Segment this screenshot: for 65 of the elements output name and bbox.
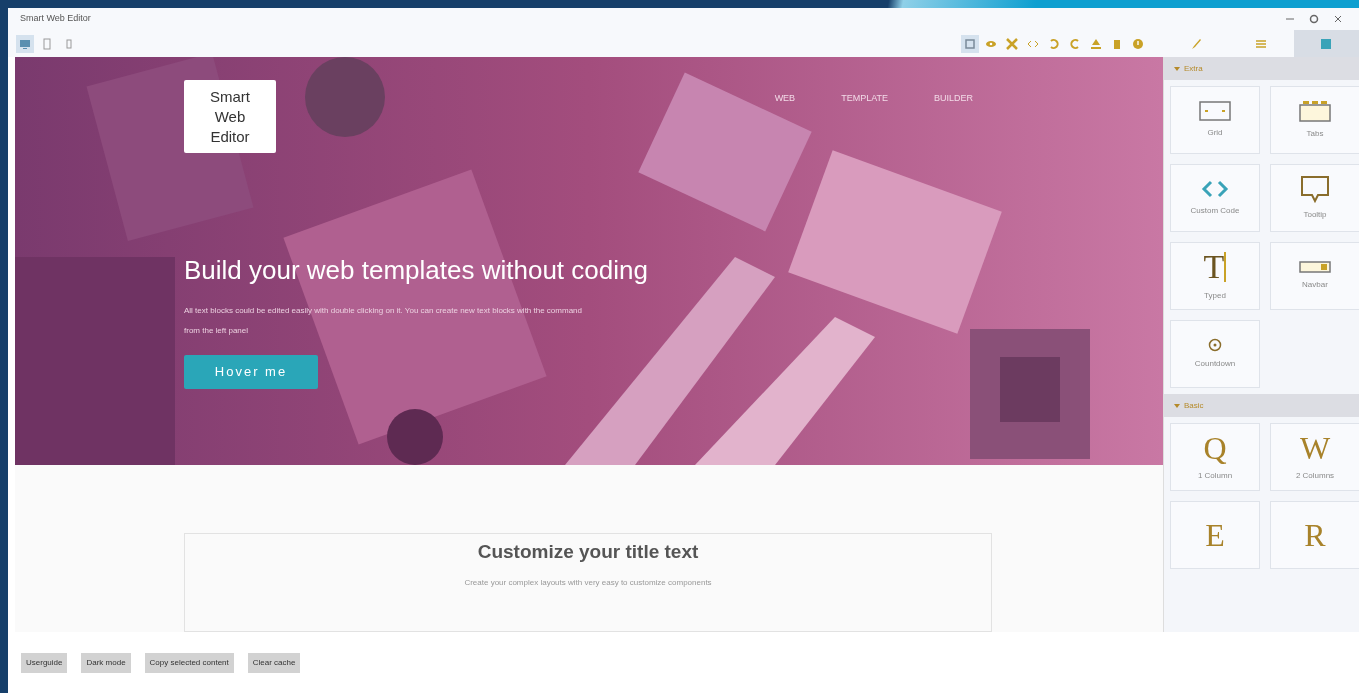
close-icon[interactable]: [1333, 14, 1343, 24]
block-label: 2 Columns: [1295, 470, 1335, 482]
hero-title: Build your web templates without coding: [184, 254, 649, 287]
navbar-icon: [1299, 261, 1331, 273]
block-tile[interactable]: Grid: [1170, 86, 1260, 154]
window-title: Smart Web Editor: [20, 12, 91, 26]
nav-link[interactable]: TEMPLATE: [841, 92, 888, 106]
block-tile[interactable]: Custom Code: [1170, 164, 1260, 232]
block-label: Custom Code: [1190, 205, 1240, 217]
block-label: Tooltip: [1303, 209, 1327, 221]
block-glyph: W: [1299, 432, 1331, 464]
desktop-icon: [19, 37, 31, 50]
toolbar-button[interactable]: [961, 34, 979, 53]
nav-link[interactable]: WEB: [774, 92, 796, 106]
block-label: Grid: [1207, 127, 1223, 139]
block-tile[interactable]: R: [1270, 501, 1359, 569]
block-label: Navbar: [1302, 279, 1328, 291]
grid-block-icon: [1199, 101, 1231, 121]
panel-tab[interactable]: [1293, 30, 1359, 57]
footer-button[interactable]: Dark mode: [81, 652, 131, 673]
block-tile[interactable]: Q 1 Column: [1170, 423, 1260, 491]
expand-icon: [1006, 37, 1018, 50]
block-glyph: E: [1205, 519, 1225, 551]
square-icon: [964, 37, 976, 50]
hover-button[interactable]: Hover me: [184, 355, 318, 389]
block-tile[interactable]: Navbar: [1270, 242, 1359, 310]
device-button[interactable]: [16, 34, 34, 53]
redo-icon: [1069, 37, 1081, 50]
block-label: Typed: [1204, 290, 1226, 302]
hero-text: All text blocks could be edited easily with double clicking on it. You can create new text blocks with the command from the left panel: [184, 305, 583, 337]
block-tile[interactable]: Tabs: [1270, 86, 1359, 154]
tablet-icon: [41, 37, 53, 50]
block-tile[interactable]: T Typed: [1170, 242, 1260, 310]
footer-button[interactable]: Clear cache: [247, 652, 301, 673]
block-tile[interactable]: Tooltip: [1270, 164, 1359, 232]
block-glyph: Q: [1203, 432, 1227, 464]
category-header[interactable]: Extra: [1164, 57, 1359, 80]
nav-link[interactable]: BUILDER: [934, 92, 973, 106]
caret-icon: [1174, 65, 1180, 72]
block-label: Countdown: [1194, 358, 1236, 370]
footer-button[interactable]: Copy selected content: [144, 652, 234, 673]
mobile-icon: [63, 37, 75, 50]
category-header[interactable]: Basic: [1164, 394, 1359, 417]
restore-icon[interactable]: [1309, 14, 1319, 24]
block-tile[interactable]: Countdown: [1170, 320, 1260, 388]
block-tile[interactable]: W 2 Columns: [1270, 423, 1359, 491]
code-icon: [1201, 179, 1229, 199]
caret-icon: [1174, 402, 1180, 409]
trash-icon: [1111, 37, 1123, 50]
menu-icon: [1255, 37, 1267, 50]
block-tile[interactable]: E: [1170, 501, 1260, 569]
footer-button[interactable]: Userguide: [21, 652, 68, 673]
clock-icon: [1208, 338, 1222, 352]
block-label: 1 Column: [1197, 470, 1233, 482]
upload-icon: [1090, 37, 1102, 50]
logo[interactable]: Smart Web Editor: [184, 80, 276, 153]
block-glyph: R: [1304, 519, 1326, 551]
tabs-icon: [1299, 100, 1331, 122]
section-title: Customize your title text: [477, 540, 699, 564]
grid-icon: [1320, 37, 1333, 50]
undo-icon: [1048, 37, 1060, 50]
block-label: Tabs: [1306, 128, 1324, 140]
section-text: Create your complex layouts with very easy to customize components: [464, 576, 712, 589]
speech-bubble-icon: [1300, 175, 1330, 203]
brush-icon: [1189, 37, 1202, 50]
